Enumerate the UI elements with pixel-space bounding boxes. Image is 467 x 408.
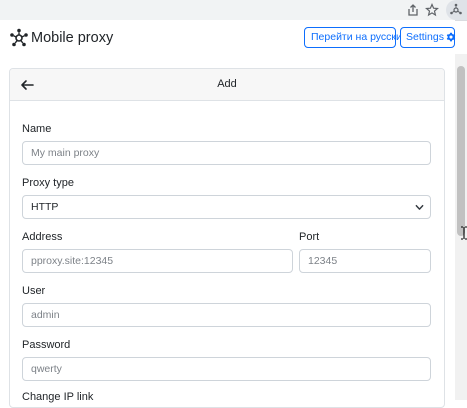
port-label: Port [299,231,320,243]
gear-icon [446,32,456,42]
share-icon[interactable] [406,3,420,17]
text-cursor-icon [461,226,467,240]
app-header: Mobile proxy Перейти на русский Settings [0,20,456,60]
browser-toolbar [0,0,467,21]
settings-button[interactable]: Settings [400,27,456,48]
user-label: User [22,285,46,297]
settings-label: Settings [406,31,444,43]
port-input[interactable] [299,249,431,273]
extension-icon [450,3,462,15]
address-input[interactable] [22,249,293,273]
chevron-down-icon [415,204,424,210]
proxy-type-select[interactable]: HTTP [22,195,431,219]
switch-language-button[interactable]: Перейти на русский [304,27,408,48]
proxy-type-label: Proxy type [22,177,74,189]
name-label: Name [22,123,52,135]
password-label: Password [22,339,71,351]
proxy-type-value: HTTP [31,201,59,213]
change-ip-link-label: Change IP link [22,391,94,403]
app-title: Mobile proxy [31,30,114,46]
extension-button[interactable] [446,0,467,20]
network-nodes-icon [10,28,28,47]
address-label: Address [22,231,63,243]
password-input[interactable] [22,357,431,381]
star-icon[interactable] [425,3,439,17]
user-input[interactable] [22,303,431,327]
card-title: Add [217,78,237,90]
add-proxy-card: Add Name Proxy type HTTP Address Port Us… [9,68,445,408]
name-input[interactable] [22,141,431,165]
scrollbar-thumb[interactable] [457,66,465,236]
card-header: Add [10,69,444,101]
switch-language-label: Перейти на русский [311,31,408,43]
